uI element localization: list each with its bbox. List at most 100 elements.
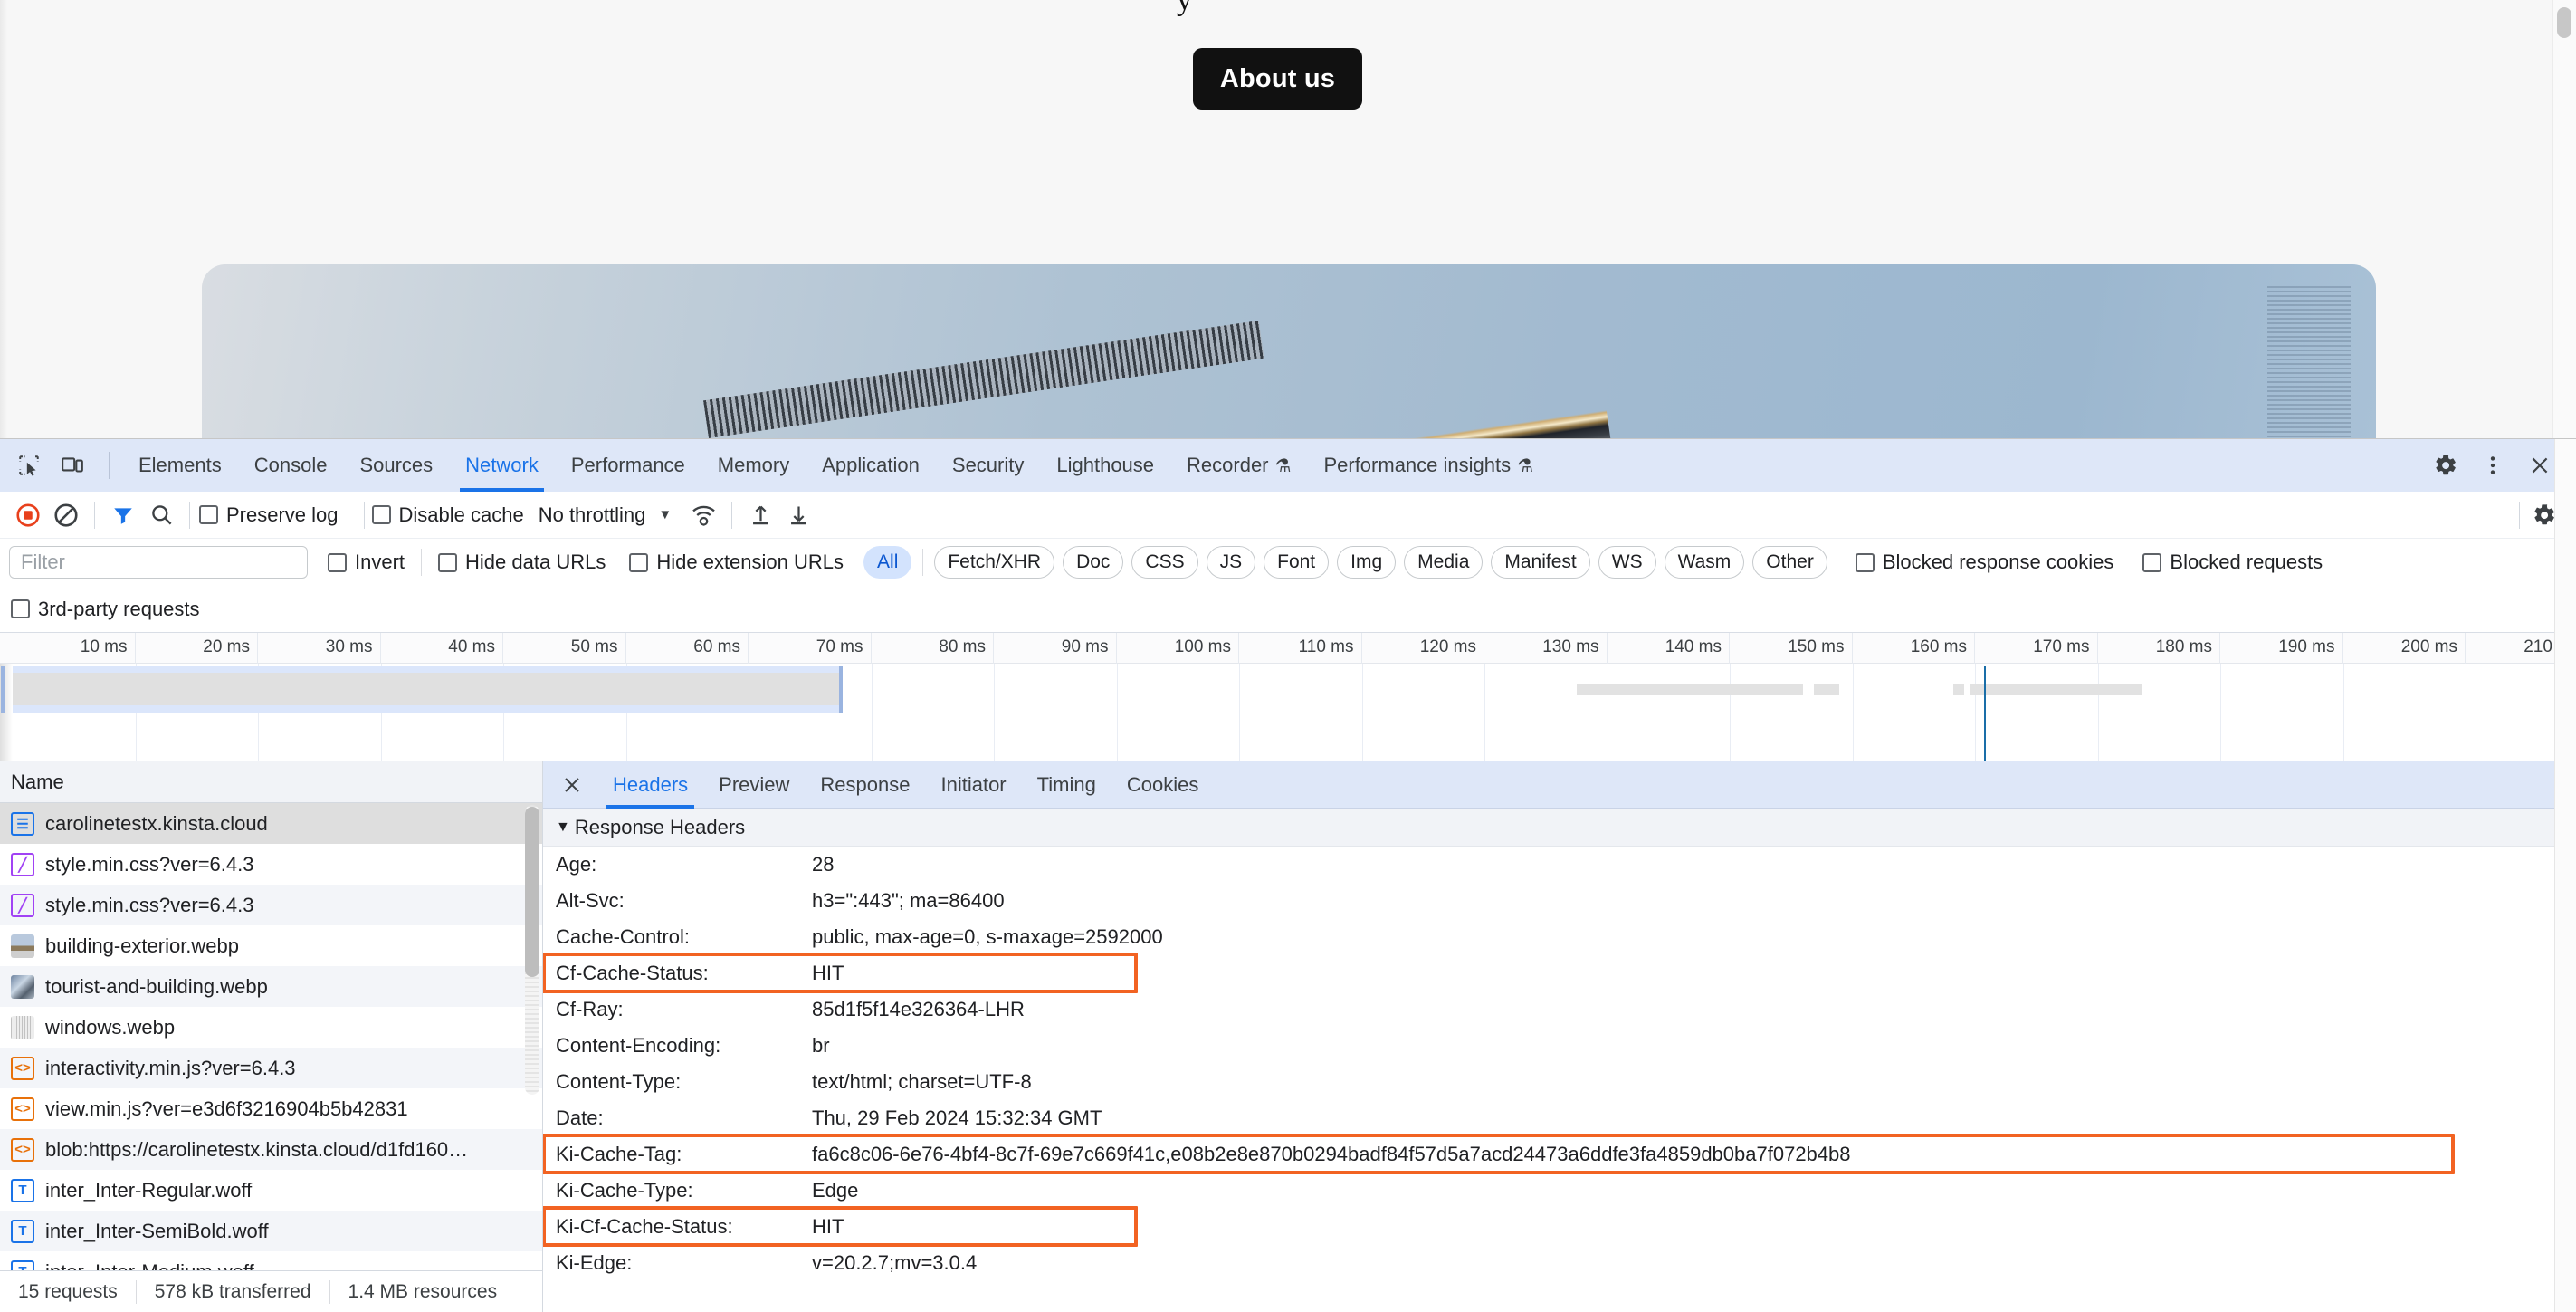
request-name: building-exterior.webp xyxy=(45,934,240,957)
header-row-highlighted: Ki-Cache-Tag: fa6c8c06-6e76-4bf4-8c7f-69… xyxy=(543,1134,2576,1174)
tab-response[interactable]: Response xyxy=(805,761,925,809)
throttling-dropdown[interactable]: No throttling ▼ xyxy=(539,503,672,527)
tab-recorder[interactable]: Recorder ⚗ xyxy=(1170,439,1307,492)
ctrl-right-divider xyxy=(2519,502,2520,529)
close-icon[interactable] xyxy=(554,767,590,803)
tab-headers[interactable]: Headers xyxy=(597,761,703,809)
tab-initiator[interactable]: Initiator xyxy=(925,761,1021,809)
blocked-response-cookies-checkbox[interactable]: Blocked response cookies xyxy=(1855,551,2113,574)
table-row[interactable]: ╱ style.min.css?ver=6.4.3 xyxy=(0,885,542,925)
checkbox-box[interactable] xyxy=(629,552,649,572)
tab-performance[interactable]: Performance xyxy=(555,439,701,492)
tab-cookies[interactable]: Cookies xyxy=(1111,761,1214,809)
type-filter-css[interactable]: CSS xyxy=(1131,546,1198,579)
type-filter-img[interactable]: Img xyxy=(1337,546,1397,579)
table-row[interactable]: <> blob:https://carolinetestx.kinsta.clo… xyxy=(0,1129,542,1170)
header-row: Alt-Svc: h3=":443"; ma=86400 xyxy=(543,883,2576,919)
header-value: HIT xyxy=(812,962,844,984)
tab-performance-insights[interactable]: Performance insights ⚗ xyxy=(1307,439,1550,492)
hide-extension-urls-label: Hide extension URLs xyxy=(656,551,844,573)
devtools-tabbar-actions xyxy=(2426,439,2563,492)
font-type-icon: T xyxy=(11,1219,34,1243)
table-row[interactable]: ╱ style.min.css?ver=6.4.3 xyxy=(0,844,542,885)
transferred-size: 578 kB transferred xyxy=(154,1280,311,1302)
more-options-icon[interactable] xyxy=(2473,445,2513,485)
network-overview[interactable]: 10 ms 20 ms 30 ms 40 ms 50 ms 60 ms 70 ms 80 ms… xyxy=(0,633,2576,761)
about-us-button[interactable]: About us xyxy=(1193,48,1362,110)
type-divider xyxy=(922,549,924,576)
device-toolbar-icon[interactable] xyxy=(52,445,92,485)
filter-icon[interactable] xyxy=(104,496,142,534)
tab-network[interactable]: Network xyxy=(449,439,555,492)
table-row[interactable]: tourist-and-building.webp xyxy=(0,966,542,1007)
type-filter-doc[interactable]: Doc xyxy=(1063,546,1124,579)
tab-memory[interactable]: Memory xyxy=(701,439,806,492)
overview-gridline xyxy=(2097,664,2099,761)
type-filter-media[interactable]: Media xyxy=(1404,546,1484,579)
type-filter-all[interactable]: All xyxy=(863,546,912,579)
export-har-icon[interactable] xyxy=(779,496,817,534)
import-har-icon[interactable] xyxy=(741,496,779,534)
checkbox-box[interactable] xyxy=(199,505,218,524)
type-filter-font[interactable]: Font xyxy=(1264,546,1330,579)
experiment-flask-icon: ⚗ xyxy=(1517,455,1534,476)
checkbox-box[interactable] xyxy=(328,552,347,572)
invert-checkbox[interactable]: Invert xyxy=(328,551,405,574)
hide-extension-urls-checkbox[interactable]: Hide extension URLs xyxy=(629,551,844,574)
network-conditions-icon[interactable] xyxy=(684,496,722,534)
blocked-requests-checkbox[interactable]: Blocked requests xyxy=(2142,551,2323,574)
tab-preview[interactable]: Preview xyxy=(703,761,805,809)
gear-icon[interactable] xyxy=(2426,445,2466,485)
checkbox-box[interactable] xyxy=(2142,552,2162,572)
tab-elements[interactable]: Elements xyxy=(122,439,238,492)
tab-sources[interactable]: Sources xyxy=(343,439,449,492)
tab-timing[interactable]: Timing xyxy=(1022,761,1111,809)
tab-console[interactable]: Console xyxy=(238,439,344,492)
type-filter-fetch-xhr[interactable]: Fetch/XHR xyxy=(934,546,1055,579)
timeline-tick: 170 ms xyxy=(1975,633,2098,664)
checkbox-box[interactable] xyxy=(1855,552,1875,572)
type-filter-manifest[interactable]: Manifest xyxy=(1491,546,1590,579)
table-row[interactable]: building-exterior.webp xyxy=(0,925,542,966)
table-row[interactable]: <> interactivity.min.js?ver=6.4.3 xyxy=(0,1048,542,1088)
search-icon[interactable] xyxy=(142,496,180,534)
overview-left-resize-handle[interactable] xyxy=(1,666,5,713)
table-row[interactable]: <> view.min.js?ver=e3d6f3216904b5b42831 xyxy=(0,1088,542,1129)
clear-icon[interactable] xyxy=(47,496,85,534)
timeline-tick: 150 ms xyxy=(1730,633,1853,664)
filterbar-divider xyxy=(421,549,423,576)
third-party-requests-checkbox[interactable]: 3rd-party requests xyxy=(11,598,200,621)
tab-security[interactable]: Security xyxy=(936,439,1040,492)
type-filter-wasm[interactable]: Wasm xyxy=(1664,546,1745,579)
inspect-element-icon[interactable] xyxy=(9,445,49,485)
type-filter-ws[interactable]: WS xyxy=(1598,546,1656,579)
request-list-scrollbar-thumb[interactable] xyxy=(525,807,539,977)
checkbox-box[interactable] xyxy=(438,552,458,572)
tab-application[interactable]: Application xyxy=(806,439,936,492)
checkbox-box[interactable] xyxy=(371,505,391,524)
table-row[interactable]: T inter_Inter-SemiBold.woff xyxy=(0,1211,542,1251)
response-headers-section-toggle[interactable]: ▼ Response Headers xyxy=(543,809,2576,847)
hide-data-urls-checkbox[interactable]: Hide data URLs xyxy=(438,551,606,574)
table-row[interactable]: T inter_Inter-Regular.woff xyxy=(0,1170,542,1211)
table-row[interactable]: windows.webp xyxy=(0,1007,542,1048)
type-filter-other[interactable]: Other xyxy=(1752,546,1827,579)
tab-lighthouse[interactable]: Lighthouse xyxy=(1040,439,1170,492)
filter-input[interactable] xyxy=(9,546,308,579)
request-count: 15 requests xyxy=(18,1280,118,1302)
overview-gridline xyxy=(1361,664,1363,761)
tab-label: Application xyxy=(822,454,920,476)
overview-right-resize-handle[interactable] xyxy=(839,666,843,713)
preserve-log-checkbox[interactable]: Preserve log xyxy=(199,503,339,527)
tab-label: Sources xyxy=(359,454,434,476)
hero-image xyxy=(202,264,2376,438)
page-scrollbar-track[interactable] xyxy=(2552,0,2576,438)
timeline-tick-label: 60 ms xyxy=(693,637,740,656)
table-row[interactable]: ☰ carolinetestx.kinsta.cloud xyxy=(0,803,542,844)
record-stop-icon[interactable] xyxy=(9,496,47,534)
page-scrollbar-thumb[interactable] xyxy=(2557,7,2571,38)
disable-cache-checkbox[interactable]: Disable cache xyxy=(371,503,524,527)
request-list-header[interactable]: Name xyxy=(0,761,542,803)
checkbox-box[interactable] xyxy=(11,599,30,618)
type-filter-js[interactable]: JS xyxy=(1206,546,1256,579)
